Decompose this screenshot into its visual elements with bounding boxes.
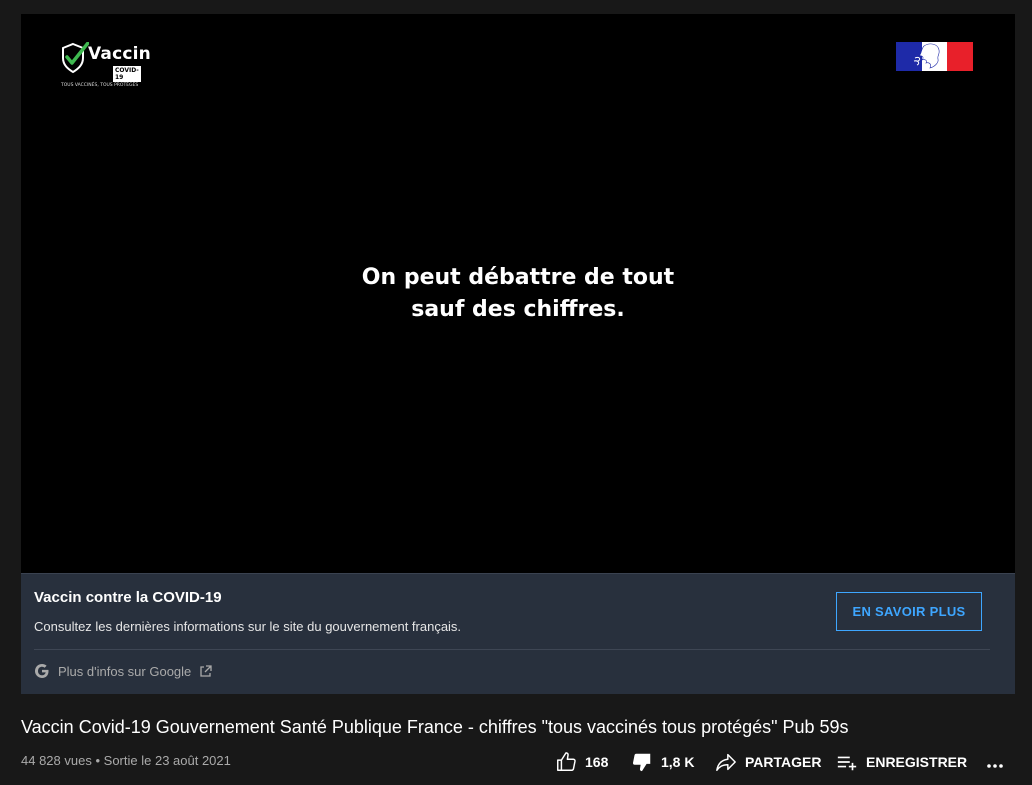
more-horizontal-icon <box>987 764 1003 768</box>
vaccin-covid-logo: Vaccin COVID-19 TOUS VACCINÉS, TOUS PROT… <box>61 40 151 90</box>
video-title: Vaccin Covid-19 Gouvernement Santé Publi… <box>21 717 849 737</box>
save-label: ENREGISTRER <box>866 754 968 770</box>
playlist-add-icon <box>837 756 857 771</box>
logo-tagline: TOUS VACCINÉS, TOUS PROTÉGÉS <box>61 83 139 88</box>
video-player[interactable]: Vaccin COVID-19 TOUS VACCINÉS, TOUS PROT… <box>21 14 1015 573</box>
logo-sub: COVID-19 <box>113 66 141 82</box>
share-label: PARTAGER <box>745 754 822 770</box>
google-icon <box>35 664 49 678</box>
share-icon <box>716 753 736 771</box>
thumbs-up-icon <box>557 752 576 771</box>
video-overlay-text: On peut débattre de tout sauf des chiffr… <box>21 262 1015 326</box>
save-button[interactable]: ENREGISTRER <box>836 751 967 773</box>
dislike-count: 1,8 K <box>661 754 695 770</box>
info-panel-divider <box>34 649 990 650</box>
video-actions: 168 1,8 K PARTAGER ENREGISTRER <box>0 750 1032 774</box>
dislike-button[interactable]: 1,8 K <box>631 751 694 773</box>
like-count: 168 <box>585 754 609 770</box>
more-actions-button[interactable] <box>985 752 1005 772</box>
info-panel-description: Consultez les dernières informations sur… <box>34 619 462 634</box>
logo-word: Vaccin <box>88 44 151 64</box>
info-panel-title: Vaccin contre la COVID-19 <box>34 589 222 606</box>
share-button[interactable]: PARTAGER <box>715 751 821 773</box>
thumbs-down-icon <box>632 753 651 772</box>
covid-info-panel: Vaccin contre la COVID-19 Consultez les … <box>21 573 1015 694</box>
like-button[interactable]: 168 <box>555 751 608 773</box>
learn-more-button[interactable]: EN SAVOIR PLUS <box>836 592 982 631</box>
shield-check-icon <box>62 42 89 74</box>
overlay-line-1: On peut débattre de tout <box>361 265 675 290</box>
overlay-line-2: sauf des chiffres. <box>411 297 625 322</box>
external-link-icon <box>200 664 212 677</box>
google-info-link[interactable]: Plus d'infos sur Google <box>34 663 212 679</box>
republique-francaise-logo <box>896 42 973 71</box>
google-link-label: Plus d'infos sur Google <box>58 663 192 679</box>
